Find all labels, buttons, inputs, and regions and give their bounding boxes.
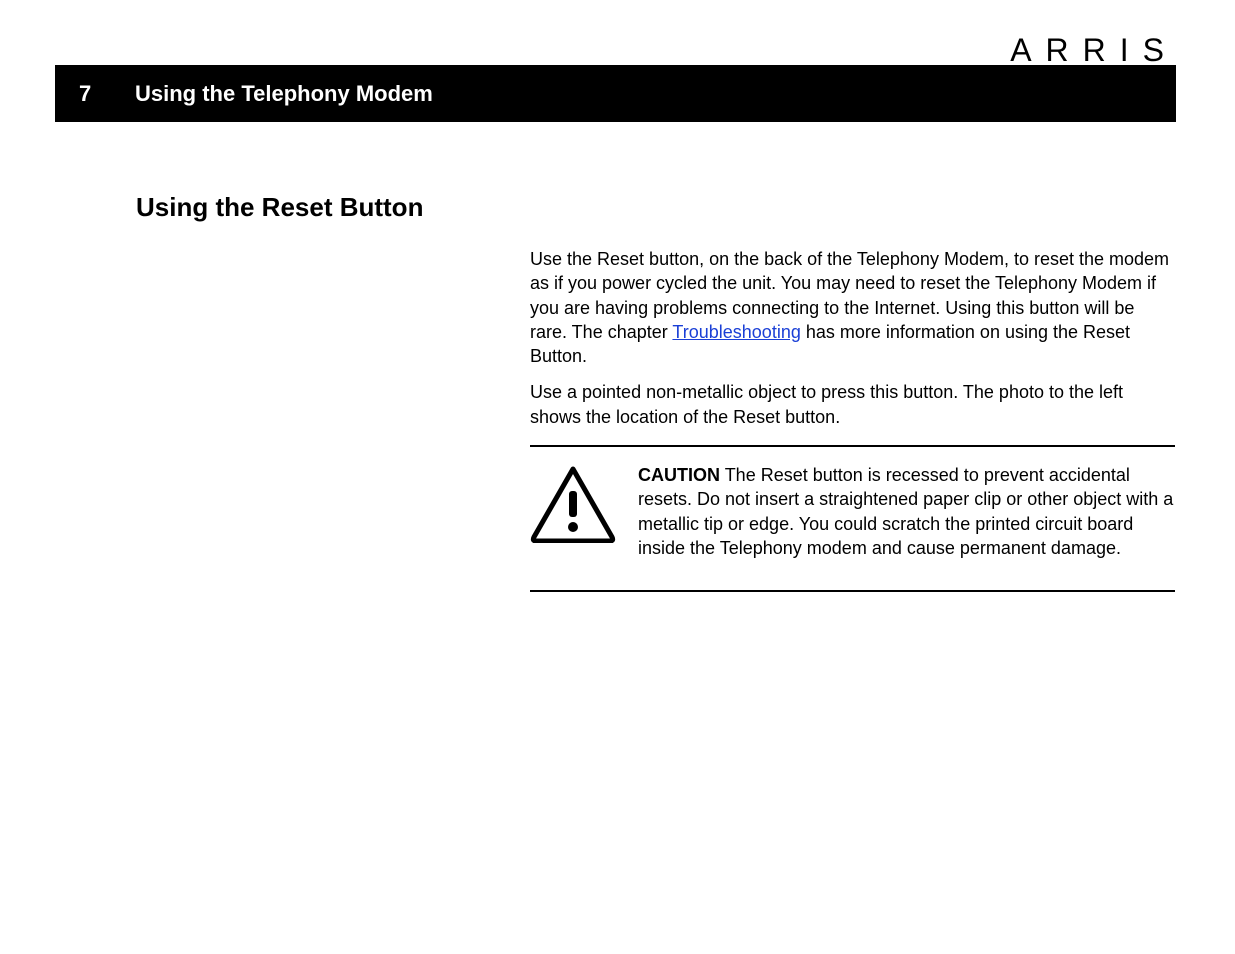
page-number: 7: [79, 81, 91, 107]
brand-logo: ARRIS: [1010, 32, 1178, 69]
caution-label: CAUTION: [638, 465, 720, 485]
divider-bottom: [530, 590, 1175, 592]
section-heading: Using the Reset Button: [136, 192, 423, 223]
body-line-2: Use a pointed non-metallic object to pre…: [530, 380, 1175, 429]
link-troubleshooting[interactable]: Troubleshooting: [672, 322, 800, 342]
body-content: Use the Reset button, on the back of the…: [530, 247, 1175, 602]
page-title: Using the Telephony Modem: [135, 81, 433, 107]
caution-icon: [530, 465, 616, 549]
caution-block: CAUTION The Reset button is recessed to …: [530, 457, 1175, 574]
header-bar: 7 Using the Telephony Modem: [55, 65, 1176, 122]
divider-top: [530, 445, 1175, 447]
